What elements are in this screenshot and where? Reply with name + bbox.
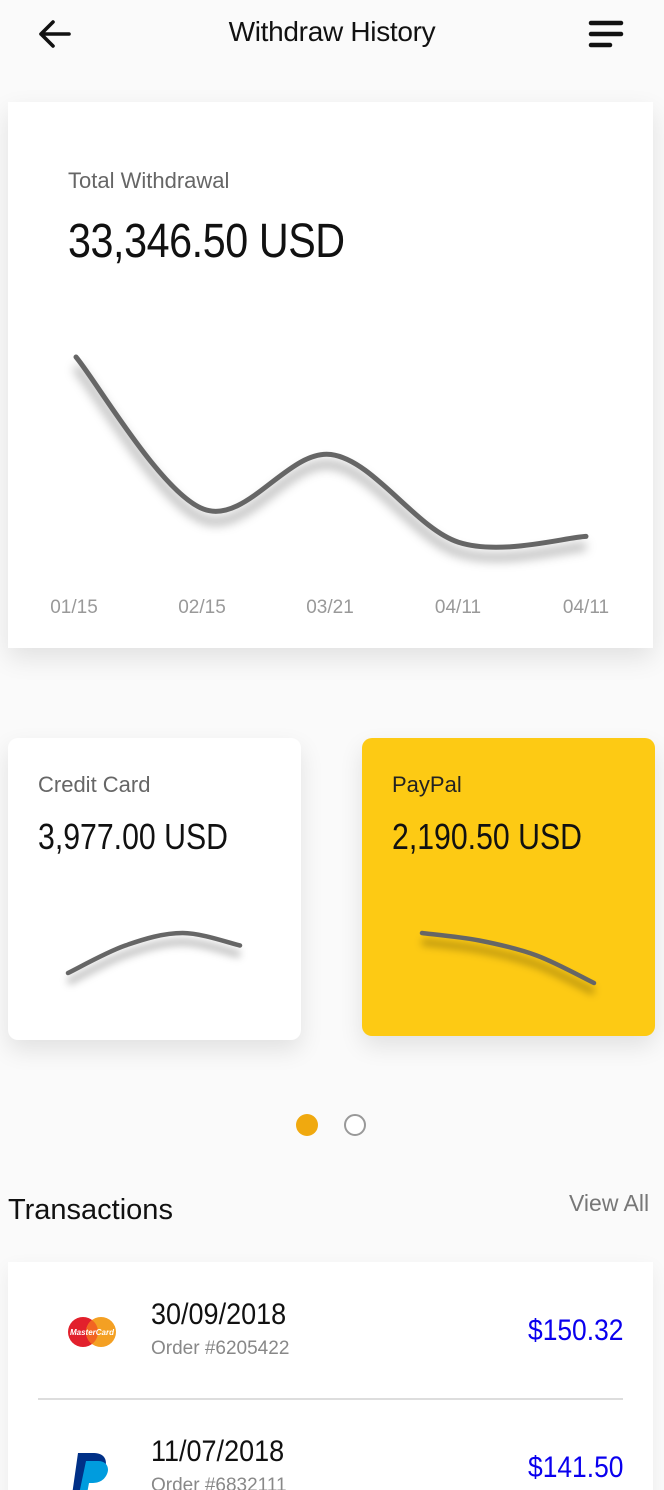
transaction-order: Order #6832111 (151, 1475, 287, 1490)
transaction-order: Order #6205422 (151, 1338, 290, 1359)
credit-card-card[interactable]: Credit Card 3,977.00 USD (8, 738, 301, 1040)
x-tick-label: 01/15 (50, 597, 98, 618)
svg-text:MasterCard: MasterCard (70, 1328, 115, 1337)
series-line (73, 354, 589, 550)
transaction-row[interactable]: MasterCard 30/09/2018 Order #6205422 $15… (8, 1262, 653, 1398)
transaction-date: 30/09/2018 (151, 1298, 287, 1331)
paypal-icon (72, 1453, 108, 1490)
view-all-link[interactable]: View All (569, 1190, 649, 1217)
transaction-date: 11/07/2018 (151, 1435, 285, 1468)
page-title: Withdraw History (228, 16, 436, 47)
x-tick-label: 02/15 (178, 597, 226, 618)
menu-icon (588, 20, 624, 48)
paypal-card[interactable]: PayPal 2,190.50 USD (362, 738, 655, 1036)
x-tick-label: 04/11 (563, 597, 609, 618)
x-tick-label: 04/11 (435, 597, 481, 618)
transaction-amount: $150.32 (527, 1314, 623, 1347)
credit-card-sparkline (65, 930, 243, 986)
app-header: Withdraw History (0, 0, 664, 70)
menu-button[interactable] (584, 14, 628, 54)
total-withdrawal-card: Total Withdrawal 33,346.50 USD 01/15 02/1… (8, 102, 653, 648)
sparkline-shadow (421, 938, 596, 996)
page-dot-1[interactable] (296, 1114, 318, 1136)
transaction-amount: $141.50 (527, 1451, 623, 1484)
mastercard-icon: MasterCard (68, 1317, 116, 1347)
x-tick-label: 03/21 (306, 597, 354, 618)
withdrawal-line-chart: 01/15 02/15 03/21 04/11 04/11 (50, 354, 609, 618)
paypal-sparkline (419, 930, 597, 996)
page-dot-2[interactable] (344, 1114, 366, 1136)
carousel-pagination (296, 1114, 366, 1136)
transactions-heading: Transactions (8, 1194, 173, 1226)
transactions-list: MasterCard 30/09/2018 Order #6205422 $15… (8, 1262, 653, 1490)
transaction-row[interactable]: 11/07/2018 Order #6832111 $141.50 (8, 1399, 653, 1490)
